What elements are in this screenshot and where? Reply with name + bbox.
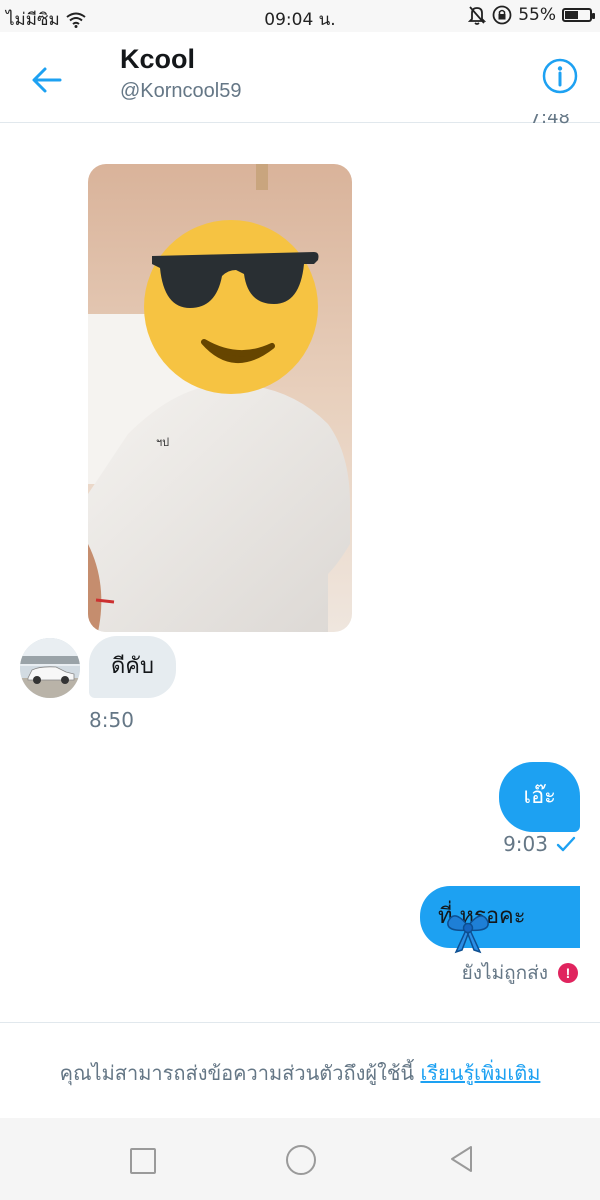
previous-message-time: 7:48	[530, 114, 570, 130]
failed-status-text: ยังไม่ถูกส่ง	[461, 962, 548, 984]
contact-name[interactable]: Kcool	[120, 44, 195, 75]
contact-avatar[interactable]	[20, 638, 80, 698]
info-icon[interactable]	[542, 58, 578, 94]
status-bar: ไม่มีซิม 09:04 น. 55%	[0, 0, 600, 32]
avatar-image	[20, 638, 80, 698]
sent-check-icon	[556, 836, 576, 852]
nav-back-icon[interactable]	[448, 1144, 476, 1174]
contact-handle: @Korncool59	[120, 80, 242, 102]
previous-time-text: 7:48	[529, 114, 570, 128]
error-icon: !	[558, 963, 578, 983]
nav-circle-icon[interactable]	[286, 1145, 316, 1175]
outgoing-message-time: 9:03	[503, 832, 548, 856]
lock-rotation-icon	[492, 5, 512, 25]
learn-more-link[interactable]: เรียนรู้เพิ่มเติม	[420, 1061, 540, 1085]
bow-sticker-icon	[447, 915, 489, 954]
outgoing-message-bubble[interactable]: เอ๊ะ	[499, 762, 580, 832]
nav-square-icon[interactable]	[130, 1148, 156, 1174]
notice-text: คุณไม่สามารถส่งข้อความส่วนตัวถึงผู้ใช้นี…	[59, 1061, 415, 1085]
status-right: 55%	[468, 5, 595, 25]
outgoing-message-meta: 9:03	[503, 832, 576, 856]
failed-status[interactable]: ยังไม่ถูกส่ง !	[462, 958, 578, 988]
system-nav-bar	[0, 1118, 600, 1200]
incoming-message-time: 8:50	[89, 708, 134, 732]
conversation-header: Kcool @Korncool59	[0, 32, 600, 123]
photo-image: ฯป	[88, 164, 352, 632]
battery-percent: 55%	[518, 5, 556, 25]
back-arrow-icon[interactable]	[26, 59, 68, 101]
svg-text:ฯป: ฯป	[156, 436, 169, 449]
bell-off-icon	[468, 6, 487, 25]
photo-message[interactable]: ฯป	[88, 164, 352, 632]
cannot-message-notice: คุณไม่สามารถส่งข้อความส่วนตัวถึงผู้ใช้นี…	[0, 1022, 600, 1119]
battery-icon	[562, 8, 595, 22]
incoming-message-bubble[interactable]: ดีคับ	[89, 636, 176, 698]
